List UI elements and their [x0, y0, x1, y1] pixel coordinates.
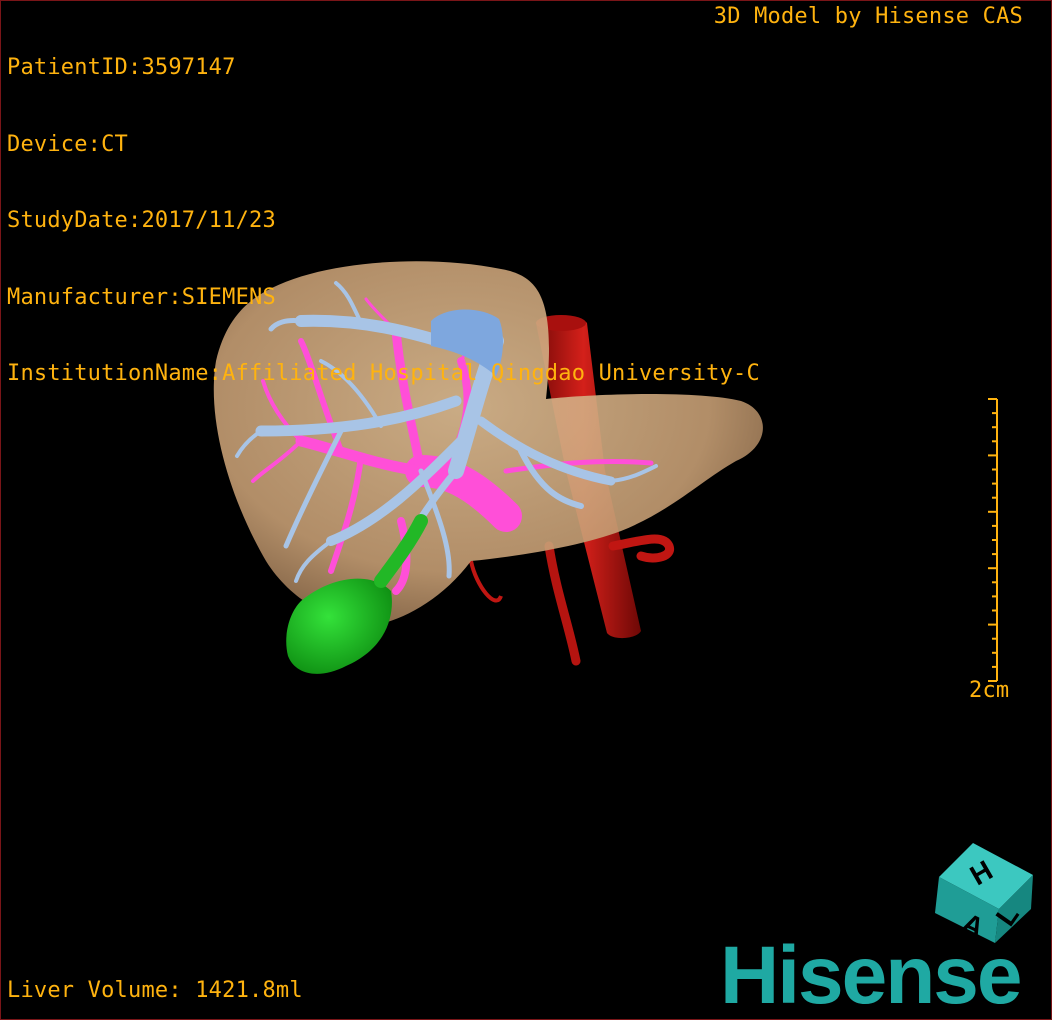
liver-volume-text: Liver Volume: 1421.8ml	[7, 978, 303, 1003]
study-date-text: StudyDate:2017/11/23	[7, 208, 276, 233]
patient-id-text: PatientID:3597147	[7, 55, 236, 80]
3d-render-viewport[interactable]: PatientID:3597147 Device:CT StudyDate:20…	[0, 0, 1052, 1020]
hisense-logo: Hisense	[720, 930, 1023, 1020]
institution-text: InstitutionName:Affiliated Hospital Qing…	[7, 361, 760, 386]
scale-bar-label: 2cm	[969, 678, 1010, 703]
patient-info-overlay: PatientID:3597147 Device:CT StudyDate:20…	[7, 4, 760, 438]
vendor-credit-text: 3D Model by Hisense CAS	[713, 4, 1023, 29]
manufacturer-text: Manufacturer:SIEMENS	[7, 284, 276, 310]
device-text: Device:CT	[7, 131, 129, 157]
